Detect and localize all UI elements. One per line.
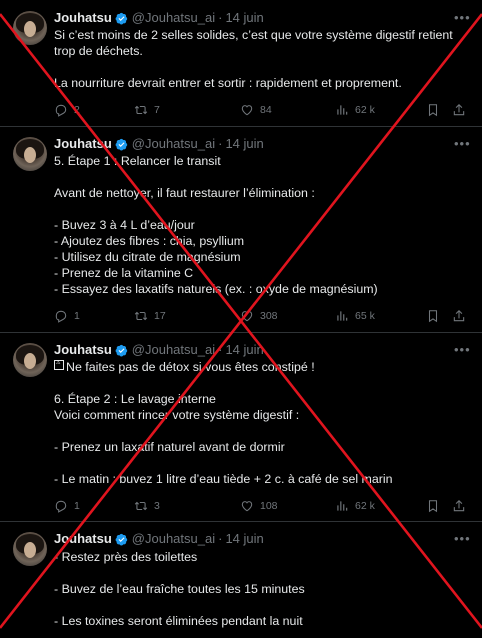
- action-bar: 1 17 308 65 k: [54, 308, 474, 324]
- retweet-count: 7: [154, 104, 160, 116]
- author-name[interactable]: Jouhatsu: [54, 531, 112, 547]
- tweet-text: ⚠ Ne faites pas de détox si vous êtes con…: [54, 359, 474, 487]
- tweet-header: Jouhatsu @Jouhatsu_ai · 14 juin: [54, 531, 264, 547]
- tweet-text: - Restez près des toilettes - Buvez de l…: [54, 549, 474, 629]
- views-button[interactable]: 62 k: [335, 498, 375, 514]
- bookmark-icon: [428, 310, 438, 323]
- like-icon: [241, 311, 253, 322]
- author-name[interactable]: Jouhatsu: [54, 342, 112, 358]
- author-name[interactable]: Jouhatsu: [54, 136, 112, 152]
- reply-button[interactable]: 1: [54, 308, 80, 324]
- like-icon: [241, 501, 253, 512]
- reply-button[interactable]: 2: [54, 102, 80, 118]
- separator: ·: [218, 531, 223, 546]
- tweet-2[interactable]: Jouhatsu @Jouhatsu_ai · 14 juin ••• 5. É…: [0, 127, 482, 332]
- warning-emoji: ⚠: [54, 360, 64, 370]
- tweet-text: Si c’est moins de 2 selles solides, c’es…: [54, 27, 474, 91]
- reply-count: 2: [74, 104, 80, 116]
- avatar[interactable]: [13, 11, 47, 45]
- reply-button[interactable]: 1: [54, 498, 80, 514]
- views-icon: [337, 311, 348, 321]
- share-icon: [453, 310, 465, 322]
- author-handle[interactable]: @Jouhatsu_ai: [132, 136, 215, 152]
- reply-count: 1: [74, 310, 80, 322]
- separator: ·: [218, 342, 223, 357]
- verified-badge-icon: [115, 12, 127, 24]
- avatar[interactable]: [13, 532, 47, 566]
- views-icon: [337, 501, 348, 511]
- verified-badge-icon: [115, 533, 127, 545]
- like-button[interactable]: 308: [240, 308, 278, 324]
- bookmark-icon: [428, 500, 438, 513]
- like-button[interactable]: 84: [240, 102, 272, 118]
- action-bar: 2 7 84 62 k: [54, 102, 474, 118]
- share-button[interactable]: [452, 102, 466, 118]
- retweet-button[interactable]: 17: [134, 308, 166, 324]
- views-count: 62 k: [355, 500, 375, 512]
- share-icon: [453, 104, 465, 116]
- retweet-button[interactable]: 3: [134, 498, 160, 514]
- tweet-text-content: 5. Étape 1 : Relancer le transit Avant d…: [54, 154, 378, 296]
- author-handle[interactable]: @Jouhatsu_ai: [132, 342, 215, 358]
- share-button[interactable]: [452, 308, 466, 324]
- verified-badge-icon: [115, 138, 127, 150]
- tweet-date[interactable]: 14 juin: [225, 342, 263, 358]
- tweet-date[interactable]: 14 juin: [225, 136, 263, 152]
- bookmark-icon: [428, 104, 438, 117]
- tweet-1[interactable]: Jouhatsu @Jouhatsu_ai · 14 juin ••• Si c…: [0, 0, 482, 126]
- author-name[interactable]: Jouhatsu: [54, 10, 112, 26]
- views-count: 62 k: [355, 104, 375, 116]
- views-icon: [337, 105, 348, 115]
- like-count: 308: [260, 310, 278, 322]
- avatar[interactable]: [13, 343, 47, 377]
- tweet-3[interactable]: Jouhatsu @Jouhatsu_ai · 14 juin ••• ⚠ Ne …: [0, 333, 482, 521]
- tweet-date[interactable]: 14 juin: [225, 531, 263, 547]
- reply-count: 1: [74, 500, 80, 512]
- separator: ·: [218, 10, 223, 25]
- share-button[interactable]: [452, 498, 466, 514]
- bookmark-button[interactable]: [426, 498, 440, 514]
- action-bar: 1 3 108 62 k: [54, 498, 474, 514]
- retweet-count: 3: [154, 500, 160, 512]
- tweet-4[interactable]: Jouhatsu @Jouhatsu_ai · 14 juin ••• - Re…: [0, 522, 482, 638]
- tweet-date[interactable]: 14 juin: [225, 10, 263, 26]
- tweet-header: Jouhatsu @Jouhatsu_ai · 14 juin: [54, 10, 264, 26]
- retweet-icon: [134, 311, 148, 321]
- retweet-button[interactable]: 7: [134, 102, 160, 118]
- tweet-text-content: - Restez près des toilettes - Buvez de l…: [54, 550, 305, 628]
- like-count: 84: [260, 104, 272, 116]
- views-button[interactable]: 65 k: [335, 308, 375, 324]
- retweet-count: 17: [154, 310, 166, 322]
- tweet-header: Jouhatsu @Jouhatsu_ai · 14 juin: [54, 342, 264, 358]
- tweet-text: 5. Étape 1 : Relancer le transit Avant d…: [54, 153, 474, 297]
- bookmark-button[interactable]: [426, 102, 440, 118]
- views-count: 65 k: [355, 310, 375, 322]
- reply-icon: [55, 104, 67, 117]
- separator: ·: [218, 136, 223, 151]
- like-button[interactable]: 108: [240, 498, 278, 514]
- tweet-text-content: Si c’est moins de 2 selles solides, c’es…: [54, 28, 453, 90]
- share-icon: [453, 500, 465, 512]
- retweet-icon: [134, 105, 148, 115]
- author-handle[interactable]: @Jouhatsu_ai: [132, 10, 215, 26]
- bookmark-button[interactable]: [426, 308, 440, 324]
- avatar[interactable]: [13, 137, 47, 171]
- reply-icon: [55, 310, 67, 323]
- views-button[interactable]: 62 k: [335, 102, 375, 118]
- verified-badge-icon: [115, 344, 127, 356]
- reply-icon: [55, 500, 67, 513]
- like-icon: [241, 105, 253, 116]
- tweet-text-content: Ne faites pas de détox si vous êtes cons…: [54, 360, 393, 486]
- tweet-header: Jouhatsu @Jouhatsu_ai · 14 juin: [54, 136, 264, 152]
- author-handle[interactable]: @Jouhatsu_ai: [132, 531, 215, 547]
- retweet-icon: [134, 501, 148, 511]
- like-count: 108: [260, 500, 278, 512]
